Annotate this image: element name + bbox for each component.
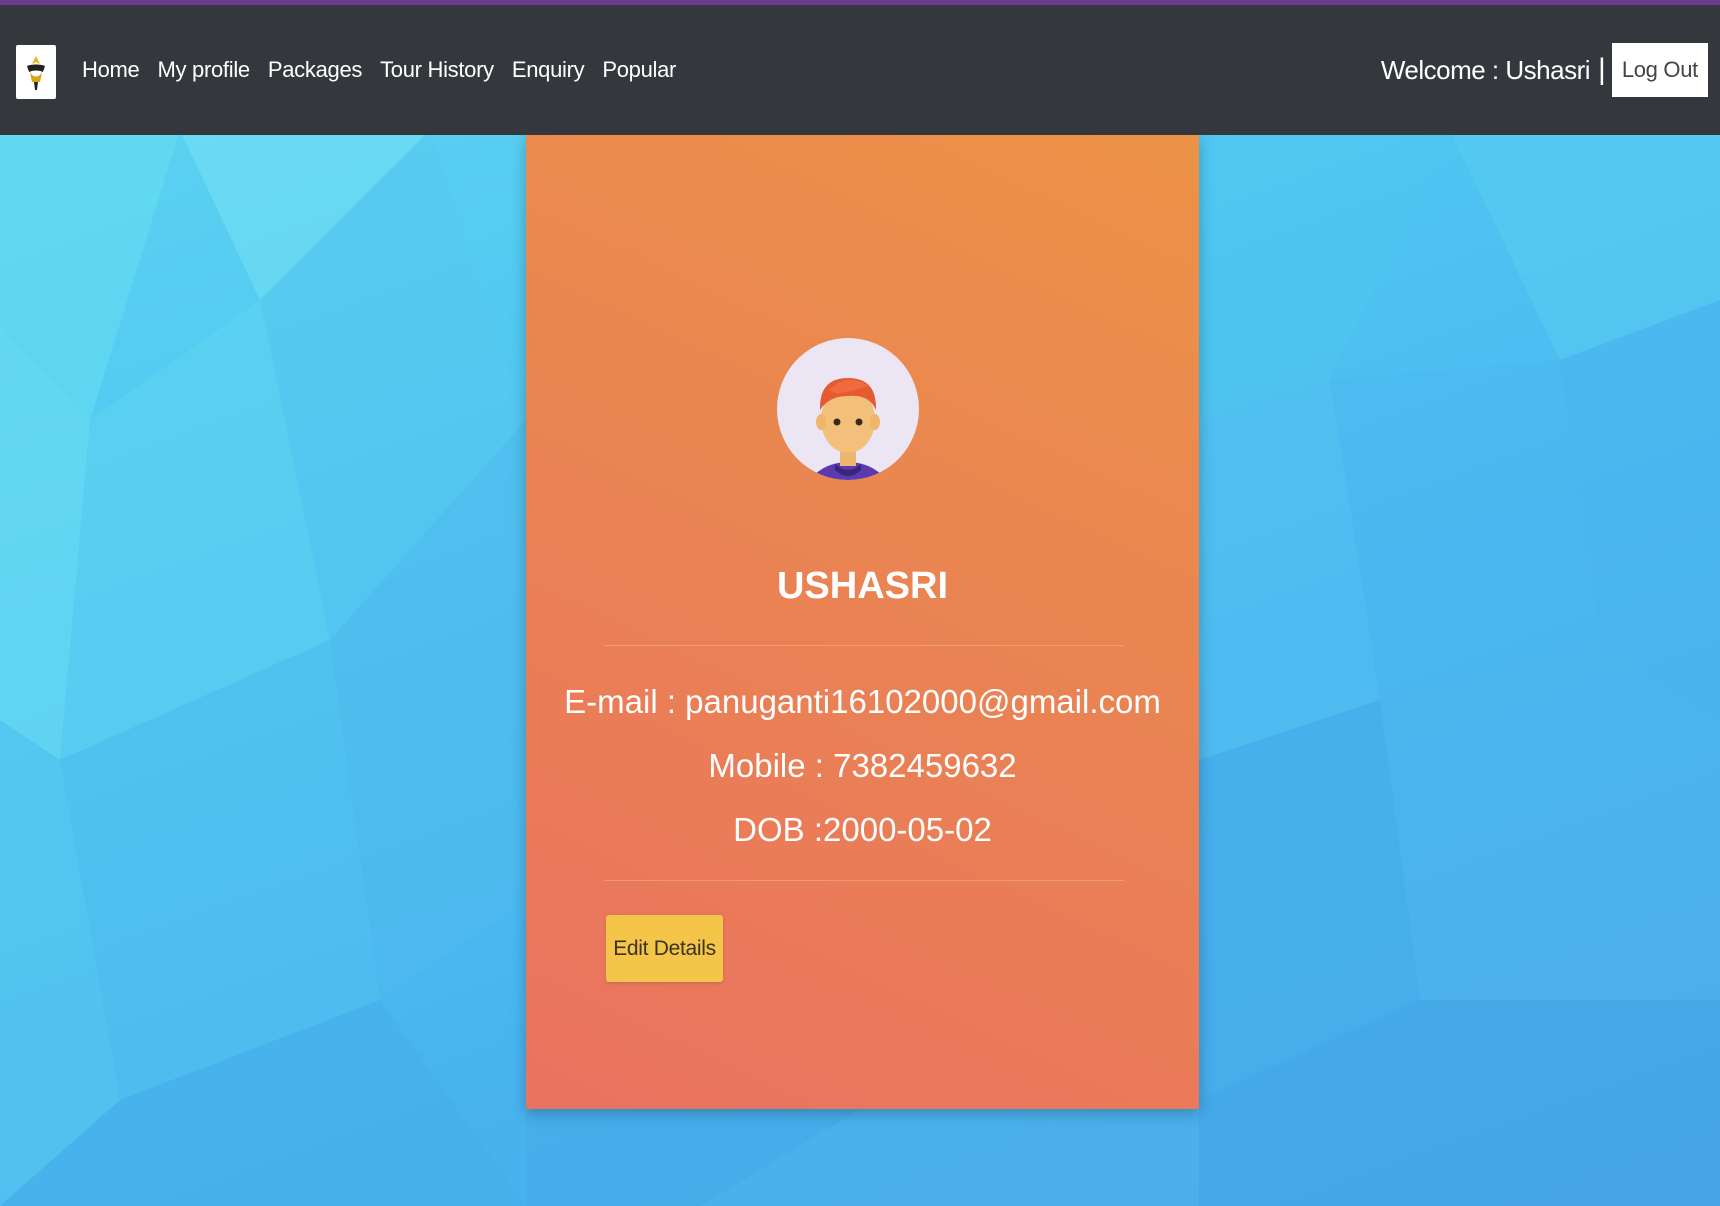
main-nav: Home My profile Packages Tour History En… <box>82 5 694 135</box>
separator: | <box>1598 53 1606 86</box>
profile-card: USHASRI E-mail : panuganti16102000@gmail… <box>526 135 1199 1109</box>
user-avatar-icon <box>777 298 919 520</box>
travel-logo-icon[interactable] <box>16 45 56 99</box>
nav-packages-link[interactable]: Packages <box>268 57 363 83</box>
logout-button[interactable]: Log Out <box>1611 43 1708 97</box>
nav-enquiry-link[interactable]: Enquiry <box>512 57 585 83</box>
edit-details-button[interactable]: Edit Details <box>606 915 723 982</box>
card-divider-bottom <box>604 880 1124 881</box>
welcome-text: Welcome : Ushasri <box>1380 54 1591 85</box>
nav-my-profile-link[interactable]: My profile <box>158 57 251 83</box>
nav-tour-history-link[interactable]: Tour History <box>380 57 494 83</box>
navbar: Home My profile Packages Tour History En… <box>0 5 1720 135</box>
card-divider-top <box>604 645 1124 646</box>
profile-email: E-mail : panuganti16102000@gmail.com <box>564 683 1161 720</box>
nav-popular-link[interactable]: Popular <box>602 57 676 83</box>
profile-dob: DOB :2000-05-02 <box>733 811 992 848</box>
user-area: Welcome : Ushasri | Log Out <box>1381 5 1708 135</box>
nav-home-link[interactable]: Home <box>82 57 140 83</box>
profile-name: USHASRI <box>776 565 949 607</box>
profile-mobile: Mobile : 7382459632 <box>708 747 1017 784</box>
